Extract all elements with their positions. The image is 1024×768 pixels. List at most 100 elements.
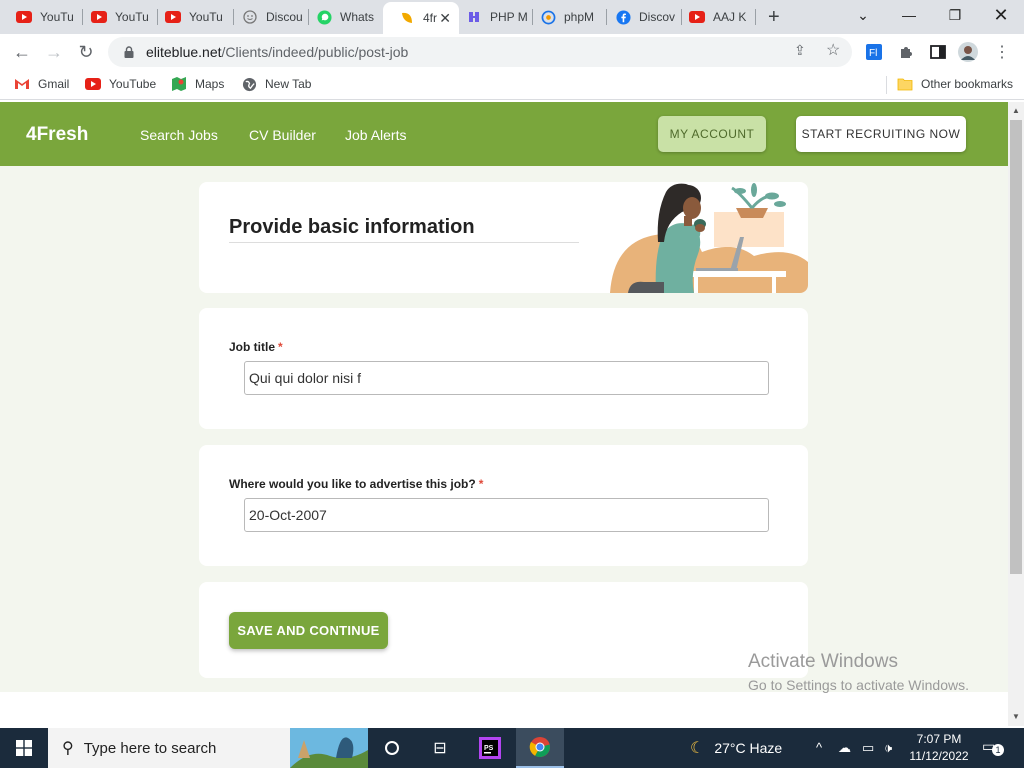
phpstorm-icon: PS [479, 737, 501, 759]
youtube-icon [165, 9, 181, 25]
share-icon[interactable]: ⇪ [794, 42, 806, 59]
browser-tab[interactable]: Whats [300, 0, 382, 34]
extension-fl-icon[interactable]: Fl [864, 42, 884, 62]
kebab-menu-icon[interactable]: ⋮ [992, 42, 1012, 62]
reload-button[interactable]: ↻ [74, 40, 98, 64]
bookmark-maps[interactable]: Maps [171, 76, 224, 92]
start-recruiting-button[interactable]: START RECRUITING NOW [796, 116, 966, 152]
nav-cv-builder[interactable]: CV Builder [249, 127, 316, 143]
taskbar-search-box[interactable]: ⚲ Type here to search [48, 728, 368, 768]
bookmark-label: YouTube [109, 77, 157, 91]
avatar[interactable] [958, 42, 978, 62]
submit-card: SAVE AND CONTINUE [199, 582, 808, 678]
bookmark-label: Maps [195, 77, 225, 91]
browser-tab[interactable]: Discov [599, 0, 681, 34]
browser-toolbar: ← → ↻ eliteblue.net/Clients/indeed/publi… [0, 34, 1024, 70]
web-page: 4Fresh Search Jobs CV Builder Job Alerts… [0, 102, 1008, 726]
arrow-left-icon: ← [13, 41, 31, 62]
scroll-down-arrow-icon[interactable]: ▼ [1012, 712, 1020, 721]
other-bookmarks-label: Other bookmarks [921, 77, 1014, 91]
job-title-label: Job title * [229, 340, 283, 354]
network-icon[interactable]: ▭ [862, 740, 874, 756]
forward-button[interactable]: → [42, 40, 66, 64]
globe-icon [241, 76, 257, 92]
arrow-right-icon: → [45, 41, 63, 62]
tab-title: Discou [266, 10, 303, 24]
save-and-continue-button[interactable]: SAVE AND CONTINUE [229, 612, 388, 649]
page-scrollbar[interactable]: ▲ ▼ [1008, 102, 1024, 726]
tab-title: phpM [564, 10, 595, 24]
tab-search-button[interactable]: ⌄ [840, 0, 886, 30]
tab-title: YouTu [189, 10, 223, 24]
required-asterisk: * [278, 340, 283, 354]
job-title-input[interactable] [244, 361, 769, 395]
chevron-up-icon[interactable]: ^ [816, 740, 822, 755]
page-title: Provide basic information [229, 216, 475, 238]
bookmark-new-tab[interactable]: New Tab [241, 76, 311, 92]
browser-tab[interactable]: PHP M [450, 0, 532, 34]
tab-title: PHP M [490, 10, 528, 24]
bookmark-gmail[interactable]: Gmail [14, 76, 69, 92]
browser-tab-active[interactable]: 4fr ✕ [383, 2, 459, 34]
taskbar-search-placeholder: Type here to search [83, 739, 217, 757]
browser-tab[interactable]: YouTu [0, 0, 82, 34]
title-underline [229, 242, 579, 243]
browser-tab-strip: YouTu YouTu YouTu Discou Whats 4fr ✕ PHP… [0, 0, 1024, 34]
browser-tab[interactable]: phpM [524, 0, 606, 34]
phpstorm-taskbar-button[interactable]: PS [466, 728, 514, 768]
notification-button[interactable]: ▭ 1 [982, 738, 1004, 758]
youtube-icon [16, 9, 32, 25]
bookmarks-divider [886, 76, 887, 94]
new-tab-button[interactable]: + [768, 6, 780, 29]
taskbar-clock[interactable]: 7:07 PM 11/12/2022 [906, 731, 972, 765]
url-host: eliteblue.net [146, 44, 222, 60]
site-logo[interactable]: 4Fresh [26, 124, 88, 146]
browser-tab[interactable]: Discou [226, 0, 308, 34]
tab-separator [755, 9, 756, 25]
start-button[interactable] [0, 728, 48, 768]
task-view-icon-button[interactable]: ⊟ [416, 728, 464, 768]
back-button[interactable]: ← [10, 40, 34, 64]
sidepanel-icon[interactable] [928, 42, 948, 62]
chrome-taskbar-button[interactable] [516, 728, 564, 768]
site-header: 4Fresh Search Jobs CV Builder Job Alerts… [0, 102, 1008, 166]
windows-logo-icon [16, 740, 32, 756]
browser-tab[interactable]: AAJ K [673, 0, 753, 34]
job-title-card: Job title * [199, 308, 808, 429]
speaker-icon[interactable]: 🕩 [884, 740, 892, 756]
scroll-up-arrow-icon[interactable]: ▲ [1012, 106, 1020, 115]
star-icon[interactable]: ☆ [826, 40, 840, 60]
puzzle-icon[interactable] [896, 42, 916, 62]
my-account-button[interactable]: MY ACCOUNT [658, 116, 766, 152]
tab-title: AAJ K [713, 10, 747, 24]
chevron-down-icon: ⌄ [857, 6, 869, 23]
bookmark-label: Gmail [38, 77, 70, 91]
browser-tab[interactable]: YouTu [75, 0, 157, 34]
lock-icon [122, 45, 136, 59]
scroll-thumb[interactable] [1010, 120, 1022, 574]
discord-icon [242, 9, 258, 25]
address-bar[interactable]: eliteblue.net/Clients/indeed/public/post… [108, 37, 852, 67]
4fresh-icon [399, 10, 415, 26]
youtube-icon [689, 9, 705, 25]
whatsapp-icon [316, 9, 332, 25]
tab-title: Discov [639, 10, 676, 24]
task-view-button[interactable] [368, 728, 416, 768]
nav-job-alerts[interactable]: Job Alerts [345, 127, 406, 143]
tab-title: 4fr [423, 11, 438, 25]
cloud-icon[interactable]: ☁ [838, 740, 851, 756]
other-bookmarks[interactable]: Other bookmarks [897, 76, 1013, 92]
bookmark-youtube[interactable]: YouTube [85, 76, 156, 92]
window-close-button[interactable]: ✕ [978, 0, 1024, 30]
cortana-circle-icon [385, 741, 399, 755]
task-view-icon: ⊟ [433, 740, 447, 757]
minimize-button[interactable]: — [886, 0, 932, 30]
restore-button[interactable]: ❐ [932, 0, 978, 30]
tab-title: YouTu [40, 10, 74, 24]
weather-widget[interactable]: ☾ 27°C Haze [690, 728, 782, 768]
browser-tab[interactable]: YouTu [149, 0, 231, 34]
phpmyadmin-icon [540, 9, 556, 25]
bookmarks-bar: Gmail YouTube Maps New Tab Other bookmar… [0, 70, 1024, 100]
nav-search-jobs[interactable]: Search Jobs [140, 127, 218, 143]
advertise-location-input[interactable] [244, 498, 769, 532]
